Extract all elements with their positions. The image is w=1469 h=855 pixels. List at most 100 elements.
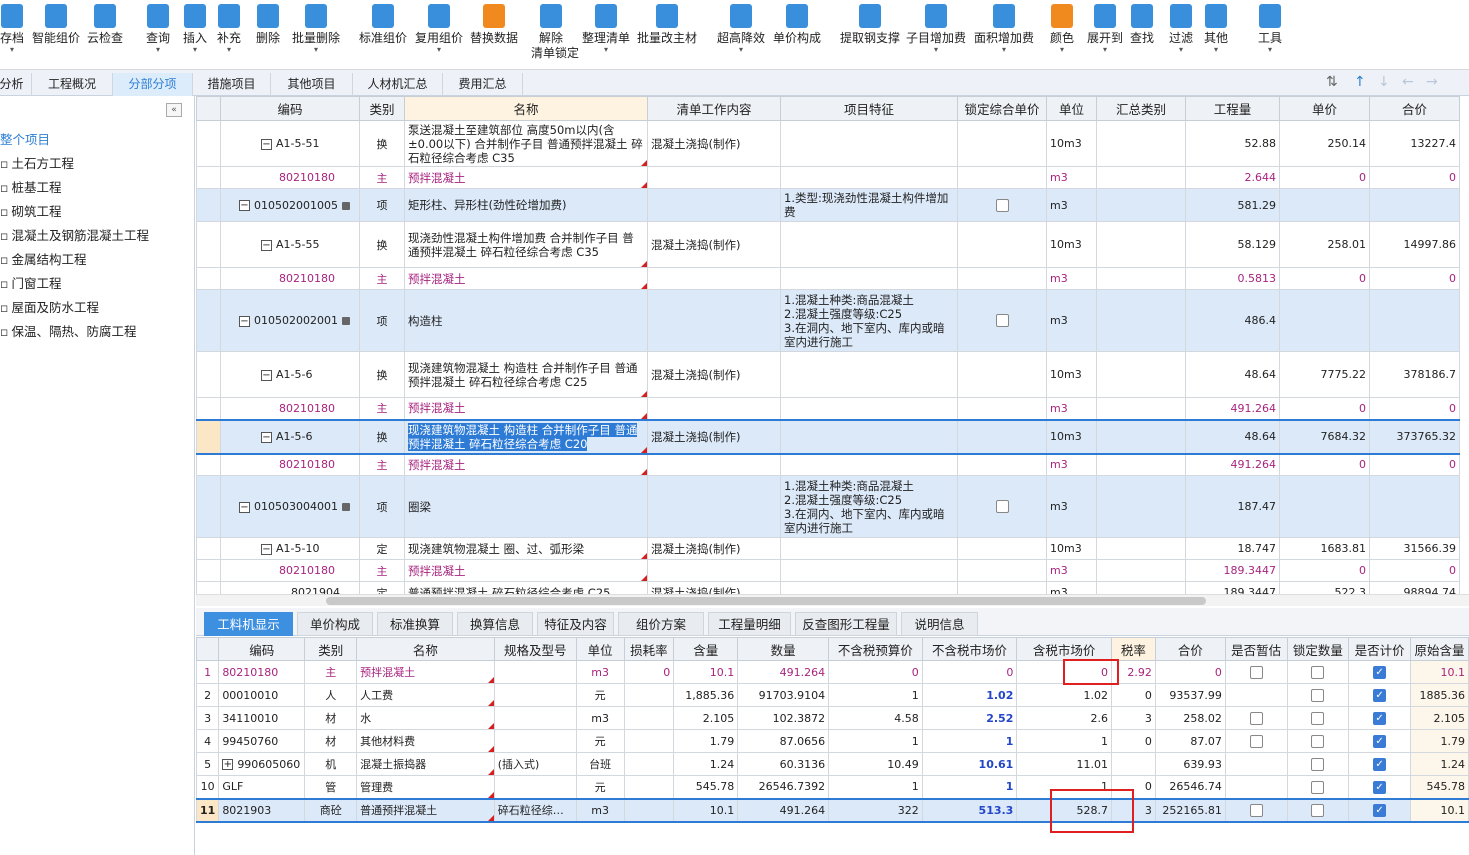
- budget-price-cell[interactable]: 0: [828, 660, 923, 684]
- table-row[interactable]: 80210180 主预拌混凝土 m3 491.264 0 0: [196, 453, 1460, 476]
- tree-item[interactable]: ▫ 桩基工程: [0, 177, 62, 199]
- lock-price-cell[interactable]: [957, 453, 1047, 476]
- content-cell[interactable]: 10.1: [673, 660, 739, 684]
- code-cell[interactable]: +990605060: [218, 752, 306, 776]
- quantity-cell[interactable]: 48.64: [1185, 418, 1280, 455]
- lock-price-checkbox[interactable]: [995, 314, 1009, 328]
- lock-quantity-cell[interactable]: [1286, 729, 1350, 753]
- market-price-cell[interactable]: 0: [921, 660, 1018, 684]
- header-10[interactable]: 合价: [1369, 96, 1460, 121]
- lock-quantity-checkbox[interactable]: [1311, 780, 1325, 794]
- header-0[interactable]: 编码: [220, 96, 360, 121]
- chevron-down-icon[interactable]: ▾: [903, 46, 969, 54]
- detail-tab-5[interactable]: 组价方案: [618, 612, 704, 636]
- table-row[interactable]: − A1-5-6 换现浇建筑物混凝土 构造柱 合并制作子目 普通预拌混凝土 碎石粒径…: [196, 351, 1460, 398]
- code-cell[interactable]: 80210180: [220, 397, 360, 420]
- name-cell[interactable]: 现浇建筑物混凝土 圈、过、弧形梁: [404, 537, 648, 560]
- is-priced-checkbox[interactable]: ✓: [1373, 665, 1387, 679]
- detail-header-8[interactable]: 不含税预算价: [828, 637, 923, 661]
- code-cell[interactable]: 8021903: [218, 797, 306, 823]
- detail-row[interactable]: 1 80210180 主预拌混凝土 m3 0 10.1 491.264 0 0 0 2.92 0 ✓ 10…: [196, 660, 1469, 684]
- collapse-toggle-icon[interactable]: −: [261, 138, 272, 150]
- is-estimate-checkbox[interactable]: [1249, 734, 1263, 748]
- detail-row[interactable]: 11 8021903 商砼 普通预拌混凝土 碎石粒径综… m3 10.1 491.264 322…: [196, 797, 1469, 823]
- budget-price-cell[interactable]: 1: [828, 683, 923, 707]
- name-cell[interactable]: 泵送混凝土至建筑部位 高度50m以内(含±0.00以下) 合并制作子目 普通预拌…: [404, 120, 648, 167]
- tax-rate-cell[interactable]: 0: [1110, 729, 1156, 753]
- name-cell[interactable]: 管理费: [356, 775, 495, 799]
- lock-quantity-cell[interactable]: [1286, 775, 1350, 799]
- is-priced-cell[interactable]: ✓: [1348, 729, 1411, 753]
- is-estimate-cell[interactable]: [1224, 775, 1288, 799]
- other-button[interactable]: 其他 ▾: [1201, 0, 1231, 70]
- quantity-cell[interactable]: 486.4: [1185, 289, 1280, 352]
- quantity-cell[interactable]: 18.747: [1185, 537, 1280, 560]
- collapse-toggle-icon[interactable]: −: [239, 200, 250, 211]
- name-cell[interactable]: 圈梁: [404, 475, 648, 538]
- feature-cell[interactable]: [780, 453, 958, 476]
- lock-price-cell[interactable]: [957, 418, 1047, 455]
- header-6[interactable]: 单位: [1046, 96, 1097, 121]
- detail-header-5[interactable]: 损耗率: [623, 637, 675, 661]
- work-content-cell[interactable]: 混凝土浇捣(制作): [647, 120, 781, 167]
- table-row[interactable]: − A1-5-55 换现浇劲性混凝土构件增加费 合并制作子目 普通预拌混凝土 碎石粒…: [196, 221, 1460, 268]
- name-cell[interactable]: 构造柱: [404, 289, 648, 352]
- detail-header-13[interactable]: 是否暂估: [1224, 637, 1288, 661]
- detail-header-11[interactable]: 税率: [1110, 637, 1156, 661]
- loss-rate-cell[interactable]: [623, 752, 675, 776]
- collapse-toggle-icon[interactable]: −: [261, 369, 272, 381]
- code-cell[interactable]: 00010010: [218, 683, 306, 707]
- code-cell[interactable]: 99450760: [218, 729, 306, 753]
- work-content-cell[interactable]: [647, 559, 781, 582]
- content-cell[interactable]: 545.78: [673, 775, 739, 799]
- batch-delete-button[interactable]: 批量删除 ▾: [290, 0, 342, 70]
- chevron-down-icon[interactable]: ▾: [214, 46, 244, 54]
- feature-cell[interactable]: [780, 418, 958, 455]
- lock-quantity-cell[interactable]: [1286, 752, 1350, 776]
- code-cell[interactable]: 80210180: [220, 267, 360, 290]
- organize-list-button[interactable]: 整理清单 ▾: [578, 0, 634, 70]
- tax-rate-cell[interactable]: [1110, 752, 1156, 776]
- loss-rate-cell[interactable]: [623, 729, 675, 753]
- spec-cell[interactable]: [493, 729, 577, 753]
- feature-cell[interactable]: [780, 267, 958, 290]
- steel-support-button[interactable]: 提取钢支撑: [837, 0, 903, 70]
- detail-header-6[interactable]: 含量: [673, 637, 739, 661]
- code-cell[interactable]: −010502001005: [220, 188, 360, 222]
- is-estimate-cell[interactable]: [1224, 683, 1288, 707]
- code-cell[interactable]: − A1-5-6: [220, 351, 360, 398]
- header-1[interactable]: 类别: [359, 96, 405, 121]
- detail-row[interactable]: 3 34110010 材水 m3 2.105 102.3872 4.58 2.52 2.6 3 25…: [196, 706, 1469, 730]
- header-5[interactable]: 锁定综合单价: [957, 96, 1047, 121]
- content-cell[interactable]: 10.1: [673, 797, 739, 823]
- code-cell[interactable]: GLF: [218, 775, 306, 799]
- lock-price-cell[interactable]: [957, 351, 1047, 398]
- budget-price-cell[interactable]: 1: [828, 775, 923, 799]
- work-content-cell[interactable]: [647, 475, 781, 538]
- table-row[interactable]: −010502001005 项矩形柱、异形柱(劲性砼增加费) 1.类型:现浇劲性混凝…: [196, 188, 1460, 222]
- area-fee-button[interactable]: 面积增加费 ▾: [970, 0, 1038, 70]
- lock-price-cell[interactable]: [957, 188, 1047, 222]
- move-left-icon[interactable]: ←: [1402, 74, 1414, 90]
- lock-price-checkbox[interactable]: [995, 198, 1009, 212]
- quantity-cell[interactable]: 26546.7392: [737, 775, 830, 799]
- feature-cell[interactable]: [780, 397, 958, 420]
- work-content-cell[interactable]: [647, 267, 781, 290]
- is-priced-checkbox[interactable]: ✓: [1373, 780, 1387, 794]
- spec-cell[interactable]: [493, 660, 577, 684]
- chevron-down-icon[interactable]: ▾: [1166, 46, 1196, 54]
- feature-cell[interactable]: 1.混凝土种类:商品混凝土 2.混凝土强度等级:C25 3.在洞内、地下室内、库…: [780, 289, 958, 352]
- tree-item[interactable]: ▫ 混凝土及钢筋混凝土工程: [0, 225, 149, 247]
- code-cell[interactable]: 80210180: [220, 166, 360, 189]
- name-cell[interactable]: 水: [356, 706, 495, 730]
- detail-header-14[interactable]: 锁定数量: [1286, 637, 1350, 661]
- work-content-cell[interactable]: 混凝土浇捣(制作): [647, 221, 781, 268]
- name-cell[interactable]: 现浇建筑物混凝土 构造柱 合并制作子目 普通预拌混凝土 碎石粒径综合考虑 C20: [404, 418, 648, 455]
- replace-data-button[interactable]: 替换数据: [466, 0, 522, 70]
- quantity-cell[interactable]: 58.129: [1185, 221, 1280, 268]
- is-priced-cell[interactable]: ✓: [1348, 660, 1411, 684]
- header-8[interactable]: 工程量: [1185, 96, 1280, 121]
- chevron-down-icon[interactable]: ▾: [0, 46, 30, 54]
- batch-edit-button[interactable]: 批量改主材: [635, 0, 699, 70]
- code-cell[interactable]: 80210180: [220, 453, 360, 476]
